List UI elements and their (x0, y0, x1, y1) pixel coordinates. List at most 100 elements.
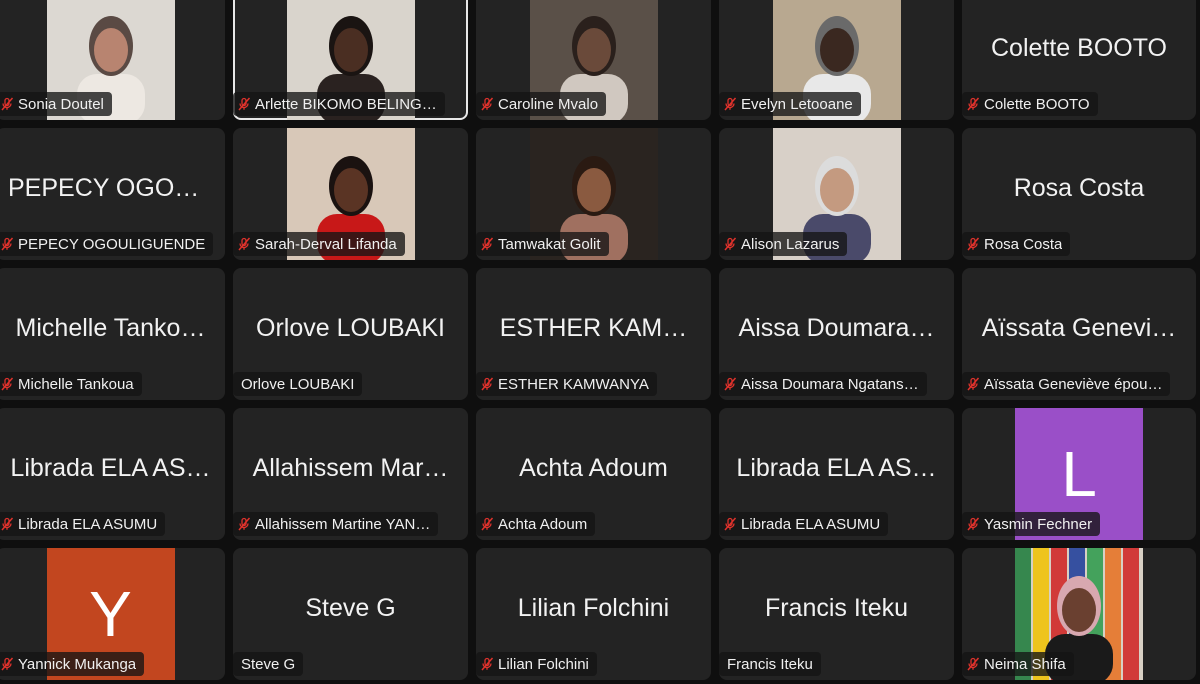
mic-muted-icon (724, 237, 737, 251)
participant-name-label: Caroline Mvalo (498, 95, 599, 113)
mic-muted-icon (1, 377, 14, 391)
participant-name-label: Orlove LOUBAKI (241, 375, 355, 393)
mic-muted-icon (1, 237, 14, 251)
mic-muted-icon (967, 237, 980, 251)
mic-muted-icon (724, 97, 737, 111)
participant-name-tag: Rosa Costa (962, 232, 1071, 256)
mic-muted-icon (1, 97, 14, 111)
participant-name-label: Francis Iteku (727, 655, 813, 673)
mic-muted-icon (967, 97, 980, 111)
participant-tile[interactable]: Steve G Steve G (233, 548, 468, 680)
participant-display-name: ESTHER KAM… (499, 314, 688, 342)
participant-tile[interactable]: Michelle Tanko… Michelle Tankoua (0, 268, 225, 400)
participant-name-label: Rosa Costa (984, 235, 1063, 253)
participant-name-tag: Sonia Doutel (0, 92, 112, 116)
participant-name-label: PEPECY OGOULIGUENDE (18, 235, 206, 253)
mic-muted-icon (481, 517, 494, 531)
participant-tile[interactable]: Sarah-Derval Lifanda (233, 128, 468, 260)
participant-tile[interactable]: PEPECY OGOU… PEPECY OGOULIGUENDE (0, 128, 225, 260)
participant-tile[interactable]: Evelyn Letooane (719, 0, 954, 120)
participant-tile[interactable]: Allahissem Mar… Allahissem Martine YAN… (233, 408, 468, 540)
participant-display-name: Rosa Costa (1013, 174, 1145, 202)
participant-name-label: Achta Adoum (498, 515, 588, 533)
participant-name-label: Librada ELA ASUMU (741, 515, 881, 533)
participant-name-tag: ESTHER KAMWANYA (476, 372, 657, 396)
participant-name-label: Evelyn Letooane (741, 95, 853, 113)
mic-muted-icon (238, 237, 251, 251)
participant-name-tag: Caroline Mvalo (476, 92, 607, 116)
participant-tile[interactable]: Caroline Mvalo (476, 0, 711, 120)
participant-tile[interactable]: Arlette BIKOMO BELING… (233, 0, 468, 120)
participant-name-label: Librada ELA ASUMU (18, 515, 158, 533)
participant-name-tag: Steve G (233, 652, 304, 676)
participant-name-label: Lilian Folchini (498, 655, 589, 673)
participant-name-label: Steve G (241, 655, 296, 673)
mic-muted-icon (967, 377, 980, 391)
participant-tile[interactable]: Lilian Folchini Lilian Folchini (476, 548, 711, 680)
participant-tile[interactable]: Colette BOOTO Colette BOOTO (962, 0, 1196, 120)
participant-name-label: Yannick Mukanga (18, 655, 137, 673)
mic-muted-icon (481, 97, 494, 111)
mic-muted-icon (967, 517, 980, 531)
participant-name-tag: Francis Iteku (719, 652, 821, 676)
participant-display-name: Lilian Folchini (517, 594, 670, 622)
participant-name-label: Tamwakat Golit (498, 235, 601, 253)
participant-tile[interactable]: Francis Iteku Francis Iteku (719, 548, 954, 680)
participant-name-tag: Yasmin Fechner (962, 512, 1101, 536)
participant-name-tag: Alison Lazarus (719, 232, 848, 256)
mic-muted-icon (724, 517, 737, 531)
participant-tile[interactable]: Alison Lazarus (719, 128, 954, 260)
mic-muted-icon (481, 377, 494, 391)
participant-tile[interactable]: L Yasmin Fechner (962, 408, 1196, 540)
participant-tile[interactable]: Achta Adoum Achta Adoum (476, 408, 711, 540)
participant-name-label: Yasmin Fechner (984, 515, 1093, 533)
participant-display-name: Orlove LOUBAKI (256, 314, 445, 342)
participant-name-tag: Aïssata Geneviève épou… (962, 372, 1171, 396)
participant-tile[interactable]: ESTHER KAM… ESTHER KAMWANYA (476, 268, 711, 400)
participant-name-label: Aissa Doumara Ngatans… (741, 375, 919, 393)
participant-name-tag: Tamwakat Golit (476, 232, 609, 256)
participant-name-label: Michelle Tankoua (18, 375, 134, 393)
participant-name-tag: Aissa Doumara Ngatans… (719, 372, 927, 396)
participant-name-tag: Michelle Tankoua (0, 372, 142, 396)
participant-name-label: Aïssata Geneviève épou… (984, 375, 1163, 393)
mic-muted-icon (724, 377, 737, 391)
participant-name-label: Sonia Doutel (18, 95, 104, 113)
participant-tile[interactable]: Y Yannick Mukanga (0, 548, 225, 680)
participant-name-tag: Achta Adoum (476, 512, 596, 536)
participant-tile[interactable]: Neima Shifa (962, 548, 1196, 680)
participant-name-tag: Arlette BIKOMO BELING… (233, 92, 445, 116)
participant-name-tag: Orlove LOUBAKI (233, 372, 363, 396)
participant-tile[interactable]: Aissa Doumara… Aissa Doumara Ngatans… (719, 268, 954, 400)
participant-tile[interactable]: Aïssata Genevi… Aïssata Geneviève épou… (962, 268, 1196, 400)
participant-name-label: Neima Shifa (984, 655, 1066, 673)
participant-tile[interactable]: Orlove LOUBAKI Orlove LOUBAKI (233, 268, 468, 400)
participant-display-name: Michelle Tanko… (15, 314, 206, 342)
participant-tile[interactable]: Rosa Costa Rosa Costa (962, 128, 1196, 260)
participant-name-tag: Lilian Folchini (476, 652, 597, 676)
participant-tile[interactable]: Librada ELA AS… Librada ELA ASUMU (719, 408, 954, 540)
participant-name-tag: Librada ELA ASUMU (719, 512, 889, 536)
participant-name-label: ESTHER KAMWANYA (498, 375, 649, 393)
mic-muted-icon (1, 657, 14, 671)
participant-display-name: Steve G (305, 594, 396, 622)
participant-gallery: Sonia Doutel Arlette BIKOMO BELING… Caroli… (0, 0, 1196, 680)
participant-name-tag: Colette BOOTO (962, 92, 1098, 116)
participant-display-name: Aissa Doumara… (738, 314, 935, 342)
participant-display-name: Aïssata Genevi… (981, 314, 1177, 342)
participant-name-label: Sarah-Derval Lifanda (255, 235, 397, 253)
participant-tile[interactable]: Sonia Doutel (0, 0, 225, 120)
participant-display-name: Allahissem Mar… (252, 454, 449, 482)
mic-muted-icon (238, 517, 251, 531)
participant-name-tag: Librada ELA ASUMU (0, 512, 166, 536)
mic-muted-icon (481, 237, 494, 251)
participant-display-name: Colette BOOTO (991, 34, 1167, 62)
participant-tile[interactable]: Tamwakat Golit (476, 128, 711, 260)
participant-name-tag: Yannick Mukanga (0, 652, 145, 676)
mic-muted-icon (238, 97, 251, 111)
mic-muted-icon (967, 657, 980, 671)
participant-tile[interactable]: Librada ELA AS… Librada ELA ASUMU (0, 408, 225, 540)
participant-display-name: PEPECY OGOU… (8, 174, 218, 202)
participant-name-label: Colette BOOTO (984, 95, 1090, 113)
participant-name-label: Allahissem Martine YAN… (255, 515, 431, 533)
